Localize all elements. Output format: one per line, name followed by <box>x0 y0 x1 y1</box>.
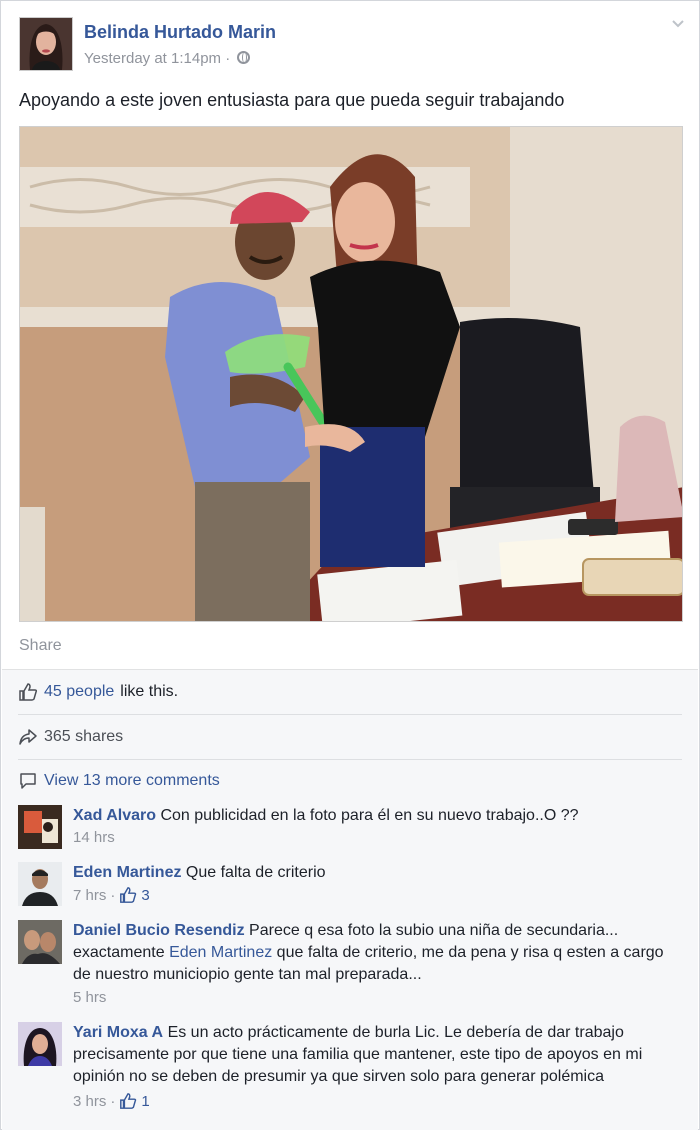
comment-like-count[interactable]: 3 <box>141 887 149 904</box>
comment-time[interactable]: 5 hrs <box>73 989 106 1006</box>
chevron-down-icon[interactable] <box>671 17 685 31</box>
post-meta: Yesterday at 1:14pm · <box>84 50 251 67</box>
share-arrow-icon <box>19 729 37 745</box>
comment-time[interactable]: 7 hrs <box>73 887 106 904</box>
comment-time[interactable]: 3 hrs <box>73 1093 106 1110</box>
post-footer: 45 people like this. 365 shares View 13 … <box>2 669 698 1130</box>
divider <box>18 714 682 715</box>
comment-meta: 3 hrs · 1 <box>73 1092 150 1110</box>
commenter-avatar[interactable] <box>18 920 62 964</box>
comment-item: Xad Alvaro Con publicidad en la foto par… <box>18 805 682 853</box>
likes-suffix: like this. <box>120 683 179 700</box>
post-photo[interactable] <box>19 126 683 622</box>
post-card: Belinda Hurtado Marin Yesterday at 1:14p… <box>0 0 700 1130</box>
comment-author[interactable]: Xad Alvaro <box>73 807 156 824</box>
comment-item: Eden Martinez Que falta de criterio 7 hr… <box>18 862 682 910</box>
comment-meta: 14 hrs <box>73 829 115 846</box>
comment-author[interactable]: Eden Martinez <box>73 864 181 881</box>
globe-icon <box>237 51 251 64</box>
thumbs-up-icon <box>120 1093 137 1109</box>
comment-bubble-icon <box>20 773 36 789</box>
author-avatar[interactable] <box>19 17 73 71</box>
post-header: Belinda Hurtado Marin Yesterday at 1:14p… <box>19 17 685 73</box>
comment-text: Con publicidad en la foto para él en su … <box>160 807 579 824</box>
meta-separator: · <box>110 1092 116 1110</box>
divider <box>18 759 682 760</box>
comment-item: Yari Moxa A Es un acto prácticamente de … <box>18 1022 682 1122</box>
meta-separator: · <box>221 50 235 67</box>
comment-text: Que falta de criterio <box>185 864 326 881</box>
share-link[interactable]: Share <box>19 637 62 655</box>
comment-time[interactable]: 14 hrs <box>73 829 115 846</box>
comment-meta: 7 hrs · 3 <box>73 886 150 904</box>
thumbs-up-icon <box>120 887 137 903</box>
comment-body: Yari Moxa A Es un acto prácticamente de … <box>73 1022 683 1088</box>
comment-item: Daniel Bucio Resendiz Parece q esa foto … <box>18 920 682 1012</box>
comment-body: Xad Alvaro Con publicidad en la foto par… <box>73 805 683 827</box>
meta-separator: · <box>110 886 116 904</box>
post-text: Apoyando a este joven entusiasta para qu… <box>19 90 565 110</box>
comment-like-count[interactable]: 1 <box>141 1093 149 1110</box>
commenter-avatar[interactable] <box>18 862 62 906</box>
view-more-comments[interactable]: View 13 more comments <box>18 771 220 791</box>
comment-body: Eden Martinez Que falta de criterio <box>73 862 683 884</box>
likes-count-link[interactable]: 45 people <box>44 683 114 701</box>
comment-author[interactable]: Yari Moxa A <box>73 1024 163 1041</box>
likes-summary: 45 people like this. <box>18 682 178 702</box>
comment-body: Daniel Bucio Resendiz Parece q esa foto … <box>73 920 683 986</box>
shares-count[interactable]: 365 shares <box>44 728 123 746</box>
commenter-avatar[interactable] <box>18 805 62 849</box>
post-timestamp[interactable]: Yesterday at 1:14pm <box>84 50 221 67</box>
commenter-avatar[interactable] <box>18 1022 62 1066</box>
comment-mention[interactable]: Eden Martinez <box>169 944 272 961</box>
shares-row[interactable]: 365 shares <box>18 727 123 747</box>
comment-meta: 5 hrs <box>73 989 106 1006</box>
comment-author[interactable]: Daniel Bucio Resendiz <box>73 922 245 939</box>
thumbs-up-icon <box>19 683 38 701</box>
author-name[interactable]: Belinda Hurtado Marin <box>84 22 276 43</box>
view-more-comments-link[interactable]: View 13 more comments <box>44 772 220 790</box>
